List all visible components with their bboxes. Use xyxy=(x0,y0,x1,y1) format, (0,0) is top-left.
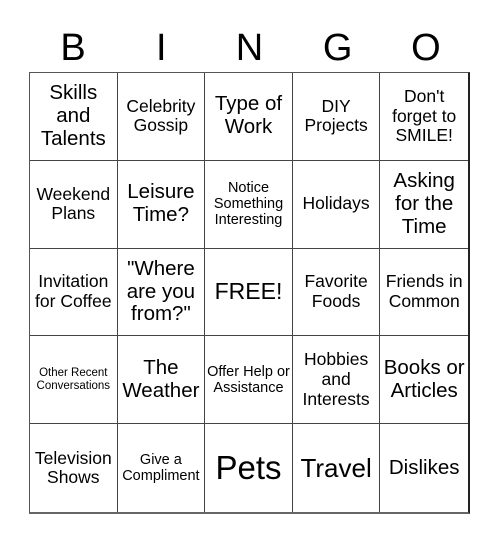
bingo-cell[interactable]: Travel xyxy=(293,424,381,512)
bingo-cell[interactable]: Books or Articles xyxy=(380,336,468,425)
bingo-cell[interactable]: Invitation for Coffee xyxy=(30,248,118,337)
bingo-cell[interactable]: Hobbies and Interests xyxy=(292,336,381,425)
bingo-header: B I N G O xyxy=(29,24,470,72)
bingo-cell[interactable]: Don't forget to SMILE! xyxy=(380,73,468,161)
free-space-cell[interactable]: FREE! xyxy=(205,248,293,337)
header-letter-n: N xyxy=(235,27,264,69)
bingo-cell[interactable]: Holidays xyxy=(292,160,381,249)
bingo-cell[interactable]: Friends in Common xyxy=(380,249,468,337)
header-letter-i: I xyxy=(156,27,167,69)
bingo-cell[interactable]: Type of Work xyxy=(205,73,293,161)
bingo-cell[interactable]: Notice Something Interesting xyxy=(205,160,293,249)
bingo-cell[interactable]: Other Recent Conversations xyxy=(30,336,118,425)
bingo-grid: Skills and Talents Celebrity Gossip Type… xyxy=(29,72,470,514)
bingo-cell[interactable]: Leisure Time? xyxy=(117,160,206,249)
bingo-cell[interactable]: "Where are you from?" xyxy=(117,248,206,337)
bingo-cell[interactable]: Pets xyxy=(205,424,293,512)
bingo-cell[interactable]: Skills and Talents xyxy=(30,73,118,161)
bingo-cell[interactable]: Television Shows xyxy=(30,424,118,512)
bingo-cell[interactable]: Celebrity Gossip xyxy=(117,73,206,161)
bingo-cell[interactable]: Weekend Plans xyxy=(30,160,118,249)
bingo-cell[interactable]: Dislikes xyxy=(380,424,468,512)
bingo-cell[interactable]: DIY Projects xyxy=(292,73,381,161)
header-letter-g: G xyxy=(322,27,353,69)
bingo-cell[interactable]: The Weather xyxy=(117,336,206,425)
header-letter-o: O xyxy=(411,27,441,69)
bingo-cell[interactable]: Asking for the Time xyxy=(380,161,468,249)
bingo-cell[interactable]: Favorite Foods xyxy=(292,248,381,337)
bingo-cell[interactable]: Offer Help or Assistance xyxy=(205,336,293,425)
header-letter-b: B xyxy=(60,27,86,69)
bingo-cell[interactable]: Give a Compliment xyxy=(118,424,206,512)
